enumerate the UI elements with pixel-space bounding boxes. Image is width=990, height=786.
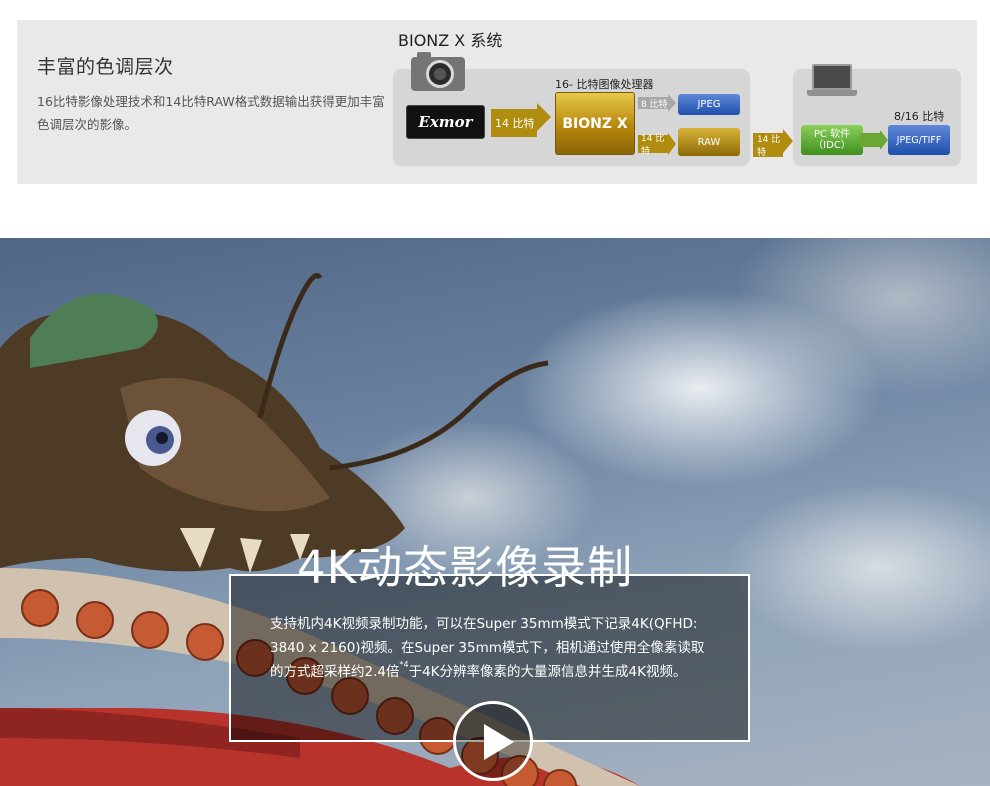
play-video-button[interactable] [453,701,533,781]
hero-description: 支持机内4K视频录制功能，可以在Super 35mm模式下记录4K(QFHD: … [270,612,715,684]
arrow-14bit-raw: 14 比特 [638,133,676,157]
pc-software: PC 软件 （IDC） [801,125,863,155]
exmor-sensor: Exmor [406,105,485,139]
bionz-system-title: BIONZ X 系统 [398,31,503,50]
hero-title: 4K动态影像录制 [297,541,634,594]
arrow-14bit-pc: 14 比特 [753,129,793,158]
feature-panel: 丰富的色调层次 16比特影像处理技术和14比特RAW格式数据输出获得更加丰富色调… [17,20,977,184]
footnote-mark: *4 [399,660,409,669]
jpeg-output: JPEG [678,94,740,115]
play-icon [484,724,514,760]
camera-icon [411,52,465,91]
hero-4k-video: 4K动态影像录制 支持机内4K视频录制功能，可以在Super 35mm模式下记录… [0,238,990,786]
hero-desc-part2: 于4K分辨率像素的大量源信息并生成4K视频。 [408,664,687,680]
pc-software-label: PC 软件 [813,129,851,140]
bionz-diagram: BIONZ X 系统 Exmor 14 比特 16- 比特图像处理器 BIONZ… [17,20,977,184]
pc-software-sub: （IDC） [813,140,851,151]
processor-label: 16- 比特图像处理器 [555,78,654,91]
laptop-icon [807,64,857,98]
arrow-14bit-sensor: 14 比特 [491,103,551,137]
bionz-x-chip: BIONZ X [555,92,635,155]
raw-output: RAW [678,128,740,156]
arrow-green [860,130,888,150]
arrow-8bit: 8 比特 [638,94,676,112]
output-bits-label: 8/16 比特 [894,110,945,123]
jpeg-tiff-output: JPEG/TIFF [888,125,950,155]
